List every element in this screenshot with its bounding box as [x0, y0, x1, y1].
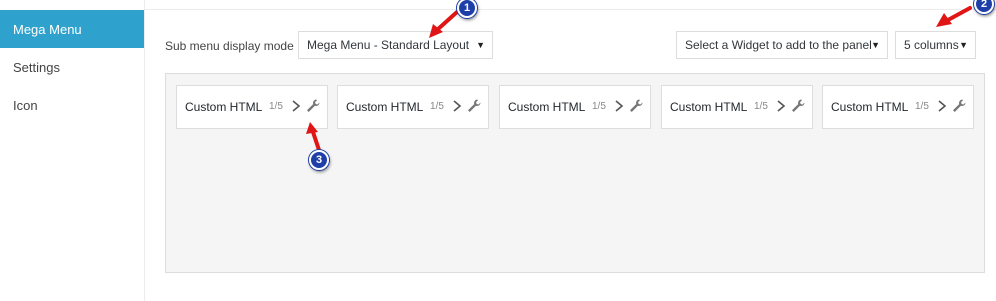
widget-title: Custom HTML	[185, 100, 263, 114]
sidebar-item-icon[interactable]: Icon	[0, 86, 144, 124]
widget-select[interactable]: Select a Widget to add to the panel ▼	[676, 31, 888, 59]
widget-item[interactable]: Custom HTML 1/5	[337, 85, 489, 129]
sidebar-item-mega-menu[interactable]: Mega Menu	[0, 10, 144, 48]
chevron-right-icon[interactable]	[935, 95, 949, 117]
widget-item[interactable]: Custom HTML 1/5	[499, 85, 651, 129]
widget-item[interactable]: Custom HTML 1/5	[661, 85, 813, 129]
widget-size: 1/5	[269, 101, 283, 112]
wrench-icon[interactable]	[951, 98, 967, 114]
widget-size: 1/5	[915, 101, 929, 112]
wrench-icon[interactable]	[628, 98, 644, 114]
display-mode-label: Sub menu display mode	[165, 39, 294, 53]
wrench-icon[interactable]	[305, 98, 321, 114]
caret-down-icon: ▼	[476, 40, 485, 50]
widget-size: 1/5	[592, 101, 606, 112]
widget-title: Custom HTML	[346, 100, 424, 114]
chevron-right-icon[interactable]	[774, 95, 788, 117]
chevron-right-icon[interactable]	[289, 95, 303, 117]
sidebar: Mega Menu Settings Icon	[0, 0, 145, 301]
wrench-icon[interactable]	[790, 98, 806, 114]
main-content: Sub menu display mode Mega Menu - Standa…	[145, 10, 996, 301]
columns-select-value: 5 columns	[904, 38, 959, 52]
widget-select-value: Select a Widget to add to the panel	[685, 38, 872, 52]
columns-select[interactable]: 5 columns ▼	[895, 31, 976, 59]
annotation-arrow-icon	[936, 6, 972, 27]
annotation-arrow-icon	[306, 122, 321, 152]
caret-down-icon: ▼	[871, 40, 880, 50]
widget-title: Custom HTML	[831, 100, 909, 114]
widget-panel: Custom HTML 1/5 Custom HTML 1/5 Custom H…	[165, 73, 985, 273]
annotation-marker-3: 3	[309, 150, 329, 170]
widget-size: 1/5	[754, 101, 768, 112]
chevron-right-icon[interactable]	[450, 95, 464, 117]
widget-size: 1/5	[430, 101, 444, 112]
widget-item[interactable]: Custom HTML 1/5	[822, 85, 974, 129]
sidebar-item-settings[interactable]: Settings	[0, 48, 144, 86]
chevron-right-icon[interactable]	[612, 95, 626, 117]
widget-title: Custom HTML	[670, 100, 748, 114]
caret-down-icon: ▼	[959, 40, 968, 50]
wrench-icon[interactable]	[466, 98, 482, 114]
widget-title: Custom HTML	[508, 100, 586, 114]
